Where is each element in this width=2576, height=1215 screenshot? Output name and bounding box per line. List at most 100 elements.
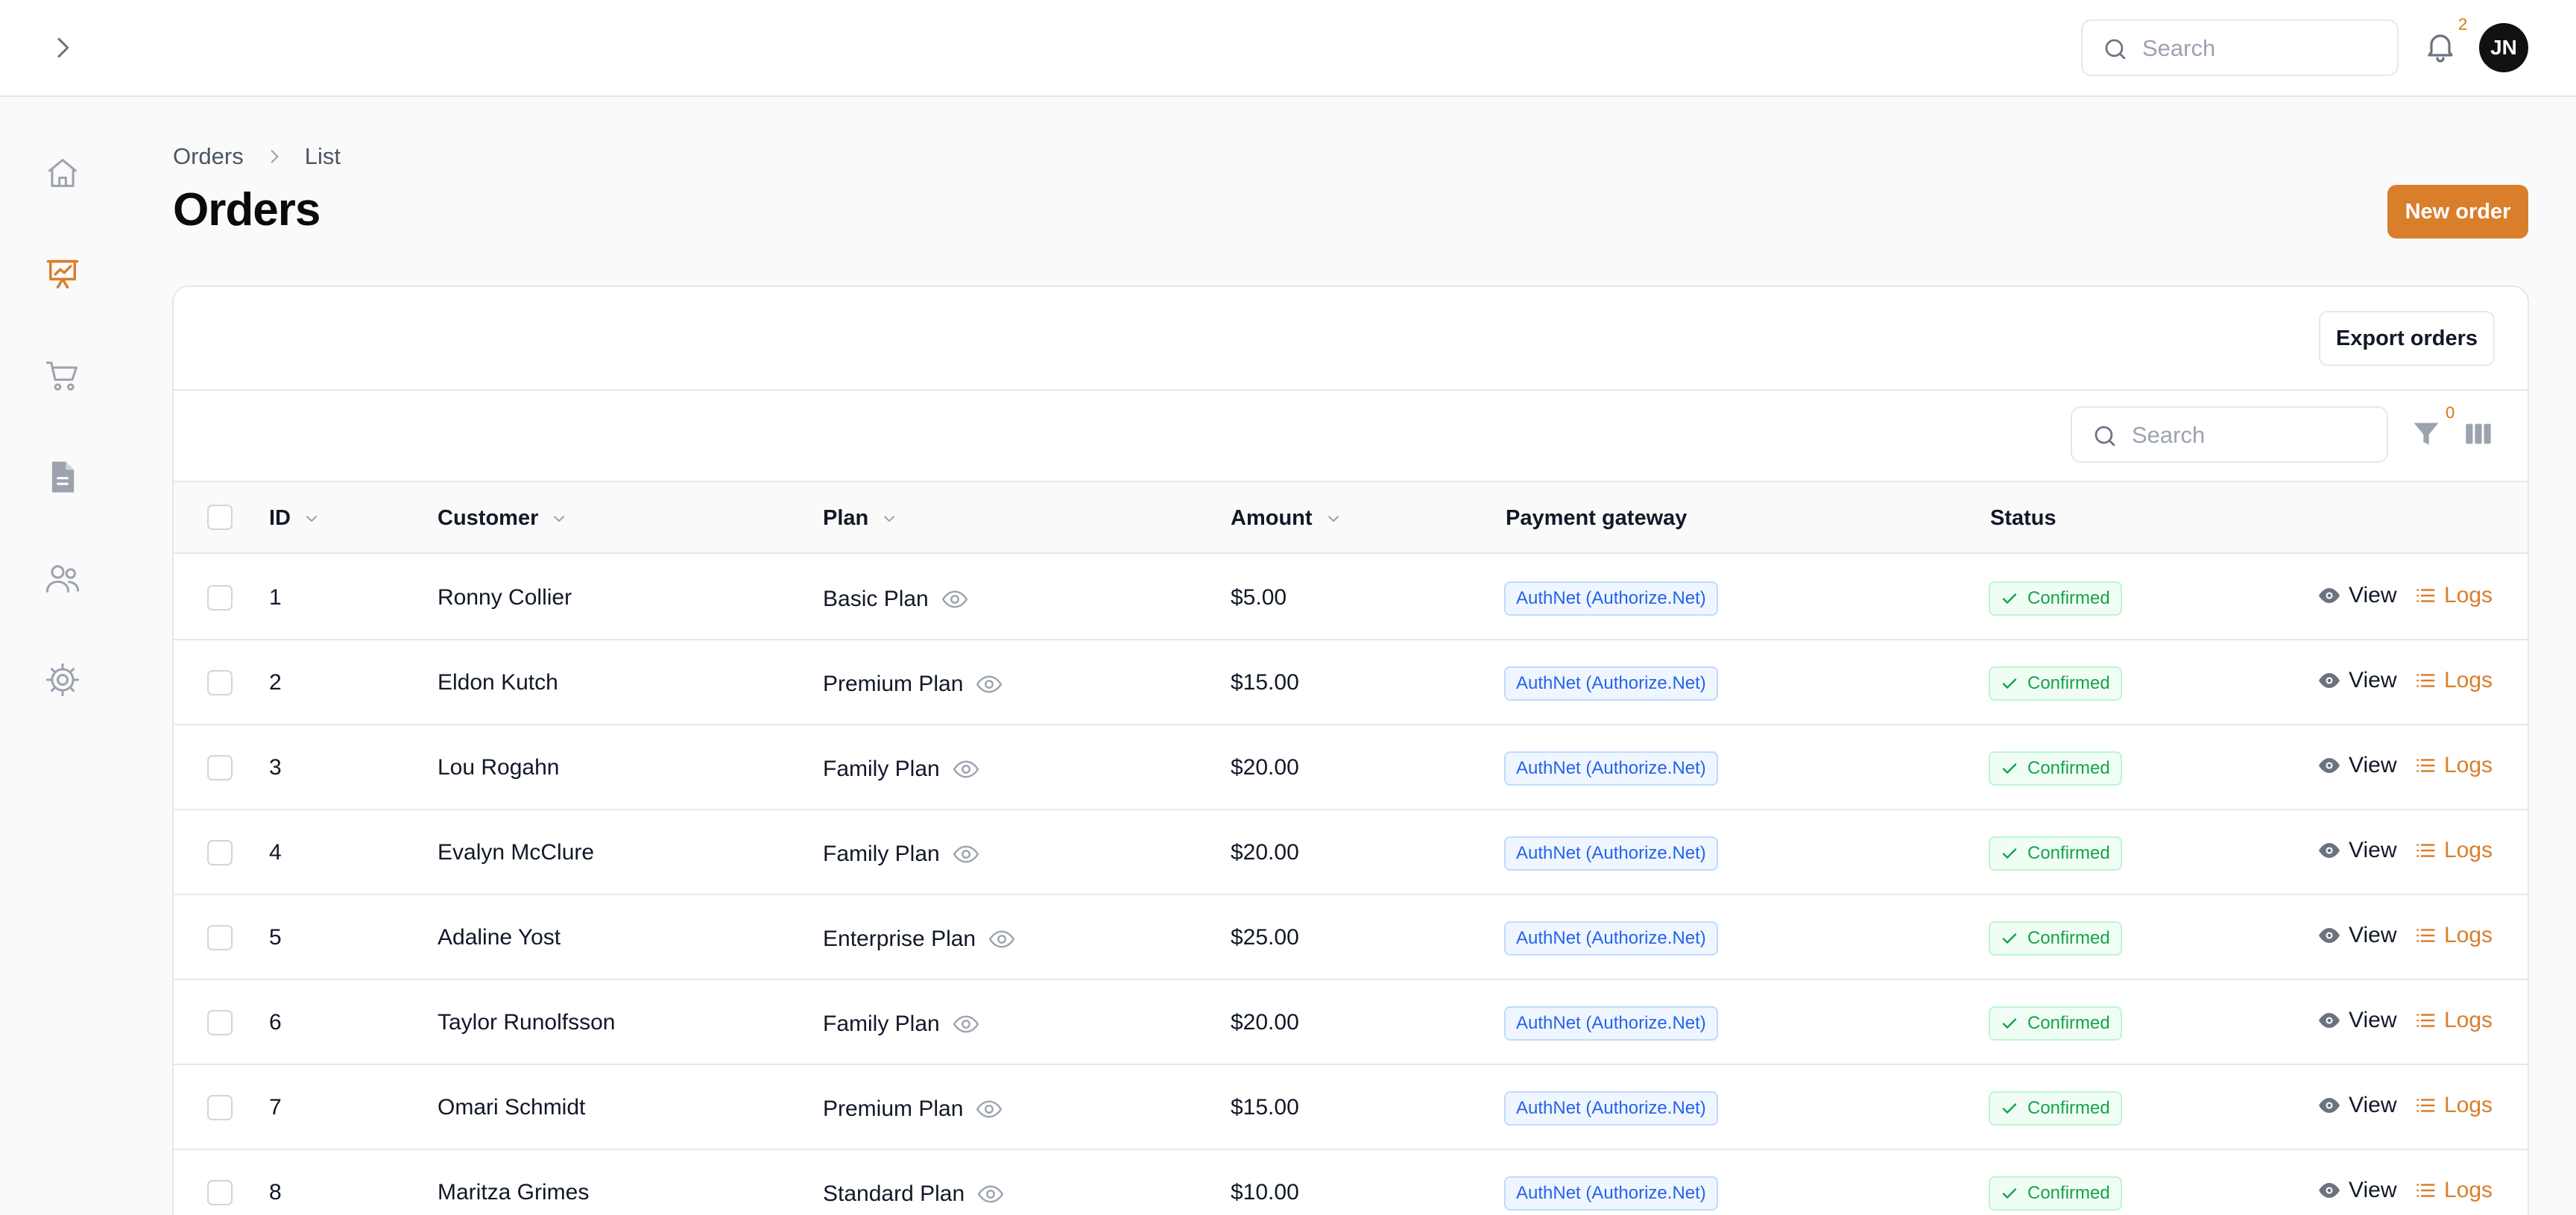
sidebar-item-users[interactable] xyxy=(43,559,82,598)
logs-label: Logs xyxy=(2444,838,2493,862)
logs-action[interactable]: Logs xyxy=(2414,923,2493,948)
table-row[interactable]: 1 Ronny Collier Basic Plan $5.00 AuthNet… xyxy=(174,555,2528,640)
view-label: View xyxy=(2349,923,2397,947)
row-checkbox[interactable] xyxy=(207,585,233,610)
table-search-input[interactable] xyxy=(2132,418,2370,452)
new-order-button[interactable]: New order xyxy=(2387,185,2528,239)
view-action[interactable]: View xyxy=(2317,583,2396,608)
row-checkbox[interactable] xyxy=(207,1010,233,1035)
user-avatar[interactable]: JN xyxy=(2479,23,2528,72)
column-header-status: Status xyxy=(1990,506,2056,531)
order-id: 6 xyxy=(269,1010,282,1035)
table-search[interactable] xyxy=(2071,406,2388,463)
chevron-down-icon xyxy=(1328,515,1339,522)
amount: $15.00 xyxy=(1231,670,1299,695)
sidebar-item-shop[interactable] xyxy=(43,356,82,395)
customer-name: Eldon Kutch xyxy=(438,670,558,695)
payment-gateway-badge: AuthNet (Authorize.Net) xyxy=(1504,666,1718,701)
plan-name: Family Plan xyxy=(823,757,940,781)
customer-name: Adaline Yost xyxy=(438,925,561,950)
view-action[interactable]: View xyxy=(2317,1008,2396,1033)
plan-name: Family Plan xyxy=(823,842,940,866)
order-id: 7 xyxy=(269,1095,282,1120)
table-row[interactable]: 4 Evalyn McClure Family Plan $20.00 Auth… xyxy=(174,810,2528,895)
column-header-id[interactable]: ID xyxy=(269,506,321,531)
eye-outline-icon[interactable] xyxy=(988,925,1016,953)
sidebar-item-dashboard[interactable] xyxy=(43,255,82,294)
table-row[interactable]: 5 Adaline Yost Enterprise Plan $25.00 Au… xyxy=(174,895,2528,980)
logs-action[interactable]: Logs xyxy=(2414,838,2493,863)
sidebar-item-settings[interactable] xyxy=(43,660,82,699)
eye-outline-icon[interactable] xyxy=(952,840,980,868)
view-label: View xyxy=(2349,838,2397,862)
order-id: 5 xyxy=(269,925,282,950)
column-header-customer[interactable]: Customer xyxy=(438,506,568,531)
toggle-columns-button[interactable] xyxy=(2463,419,2493,449)
eye-icon xyxy=(2319,758,2340,773)
table-row[interactable]: 2 Eldon Kutch Premium Plan $15.00 AuthNe… xyxy=(174,640,2528,725)
logs-action[interactable]: Logs xyxy=(2414,583,2493,608)
logs-action[interactable]: Logs xyxy=(2414,753,2493,778)
list-icon xyxy=(2416,1099,2435,1112)
chevron-down-icon xyxy=(306,515,317,522)
eye-outline-icon[interactable] xyxy=(975,1095,1003,1123)
breadcrumb-item-orders[interactable]: Orders xyxy=(173,143,244,170)
search-icon xyxy=(2105,39,2126,60)
logs-action[interactable]: Logs xyxy=(2414,1093,2493,1118)
chart-icon xyxy=(46,259,79,289)
row-checkbox[interactable] xyxy=(207,840,233,865)
filter-icon xyxy=(2414,423,2439,445)
view-action[interactable]: View xyxy=(2317,1093,2396,1118)
chevron-down-icon xyxy=(884,515,895,522)
view-action[interactable]: View xyxy=(2317,838,2396,863)
logs-action[interactable]: Logs xyxy=(2414,1008,2493,1033)
table-row[interactable]: 3 Lou Rogahn Family Plan $20.00 AuthNet … xyxy=(174,725,2528,810)
plan-cell: Premium Plan xyxy=(823,670,1003,698)
view-action[interactable]: View xyxy=(2317,1178,2396,1203)
status-label: Confirmed xyxy=(2027,673,2110,693)
view-action[interactable]: View xyxy=(2317,668,2396,693)
row-checkbox[interactable] xyxy=(207,925,233,950)
eye-outline-icon[interactable] xyxy=(952,1010,980,1038)
plan-name: Premium Plan xyxy=(823,672,964,696)
logs-label: Logs xyxy=(2444,583,2493,608)
view-action[interactable]: View xyxy=(2317,753,2396,778)
sidebar-expand-button[interactable] xyxy=(48,33,78,63)
column-header-plan[interactable]: Plan xyxy=(823,506,898,531)
table-row[interactable]: 7 Omari Schmidt Premium Plan $15.00 Auth… xyxy=(174,1065,2528,1150)
eye-outline-icon[interactable] xyxy=(975,670,1003,698)
global-search-input[interactable] xyxy=(2142,31,2381,66)
page-title: Orders xyxy=(173,184,321,236)
logs-action[interactable]: Logs xyxy=(2414,668,2493,693)
global-search[interactable] xyxy=(2081,19,2399,76)
column-header-amount[interactable]: Amount xyxy=(1231,506,1342,531)
eye-outline-icon[interactable] xyxy=(941,585,969,613)
row-checkbox[interactable] xyxy=(207,670,233,695)
eye-outline-icon[interactable] xyxy=(976,1180,1005,1208)
status-badge: Confirmed xyxy=(1989,666,2122,701)
view-action[interactable]: View xyxy=(2317,923,2396,948)
logs-label: Logs xyxy=(2444,1093,2493,1117)
eye-icon xyxy=(2319,673,2340,688)
plan-cell: Premium Plan xyxy=(823,1095,1003,1123)
customer-name: Taylor Runolfsson xyxy=(438,1010,616,1035)
row-checkbox[interactable] xyxy=(207,1095,233,1120)
table-row[interactable]: 6 Taylor Runolfsson Family Plan $20.00 A… xyxy=(174,980,2528,1065)
eye-icon xyxy=(2319,1098,2340,1113)
table-header: ID Customer Plan Amount Payment gateway … xyxy=(174,481,2528,554)
logs-label: Logs xyxy=(2444,1008,2493,1032)
sidebar-item-documents[interactable] xyxy=(43,458,82,496)
logs-action[interactable]: Logs xyxy=(2414,1178,2493,1203)
plan-name: Standard Plan xyxy=(823,1181,965,1206)
table-row[interactable]: 8 Maritza Grimes Standard Plan $10.00 Au… xyxy=(174,1150,2528,1215)
export-orders-button[interactable]: Export orders xyxy=(2319,311,2495,366)
check-icon xyxy=(2002,933,2017,944)
filter-button[interactable] xyxy=(2410,417,2443,450)
notifications-button[interactable] xyxy=(2422,28,2458,64)
row-checkbox[interactable] xyxy=(207,1180,233,1205)
eye-outline-icon[interactable] xyxy=(952,755,980,783)
row-checkbox[interactable] xyxy=(207,755,233,780)
sidebar-item-home[interactable] xyxy=(43,154,82,192)
list-icon xyxy=(2416,759,2435,772)
select-all-checkbox[interactable] xyxy=(207,505,233,530)
